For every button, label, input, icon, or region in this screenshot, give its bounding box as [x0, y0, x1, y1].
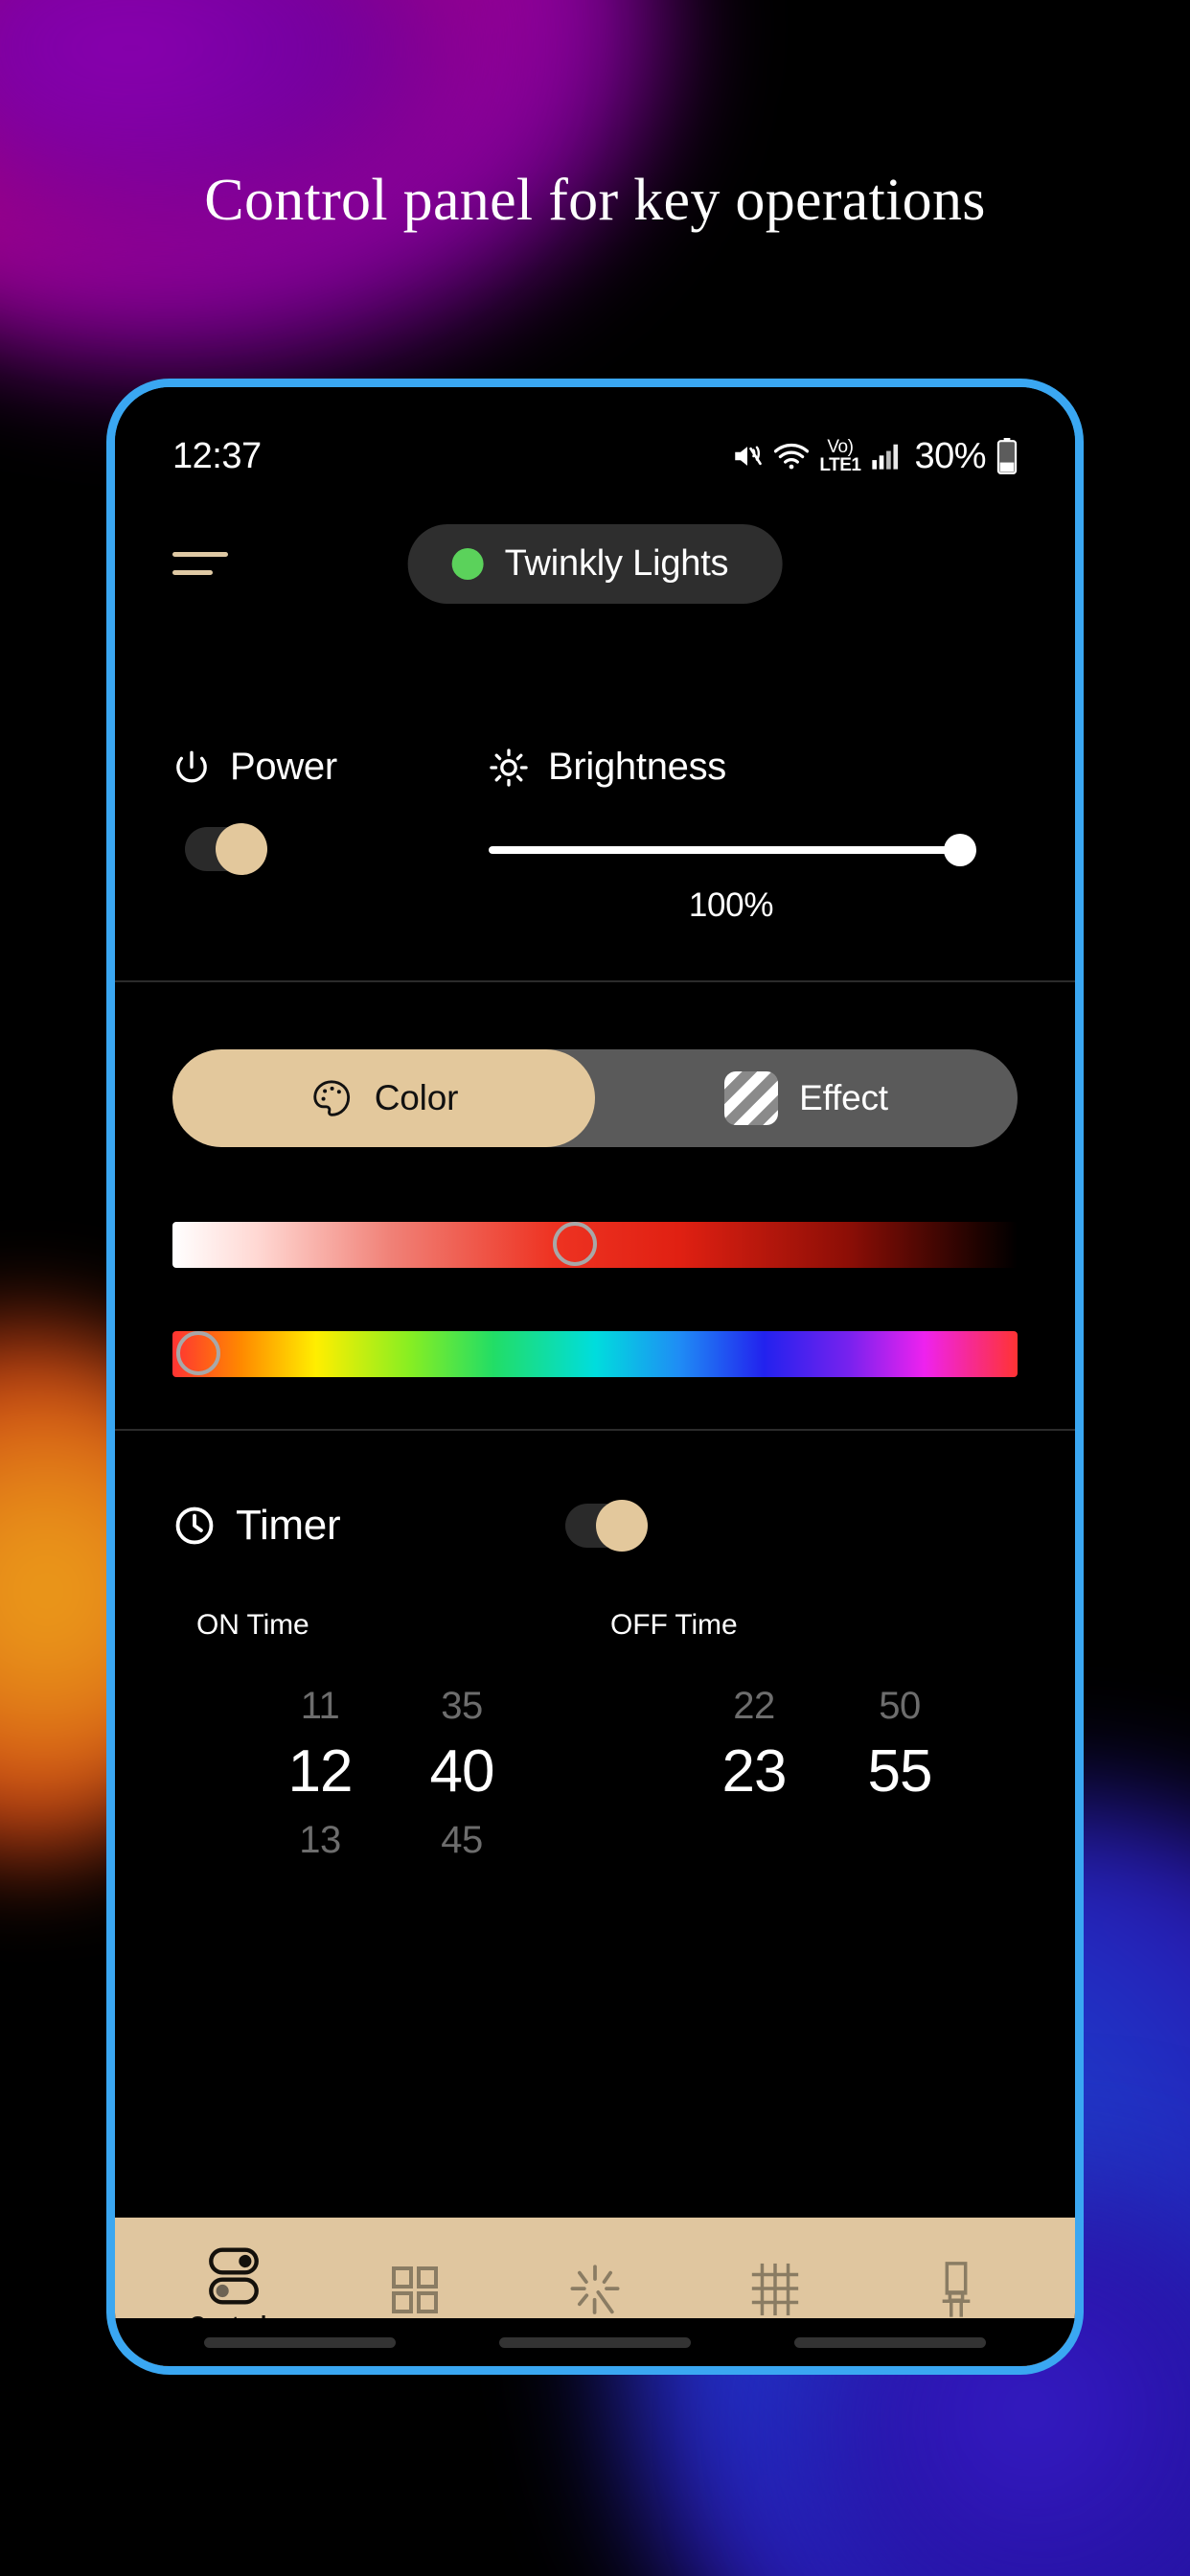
- gesture-bar-recents[interactable]: [794, 2336, 986, 2348]
- brightness-value: 100%: [688, 886, 774, 924]
- volte-bottom-label: LTE1: [819, 455, 861, 475]
- device-status-dot: [451, 547, 484, 580]
- off-minute-prev[interactable]: 50: [879, 1684, 921, 1729]
- mesh-grid-icon: [748, 2262, 802, 2317]
- status-bar: 12:37 Vo) LTE1 30%: [115, 387, 1075, 500]
- brightness-thumb[interactable]: [944, 834, 976, 866]
- battery-percent: 30%: [914, 435, 986, 476]
- timer-section: Timer ON Time OFF Time 11 12 13 35 40 45…: [115, 1431, 1075, 2218]
- brightness-track: [489, 846, 973, 854]
- on-minute-next[interactable]: 45: [441, 1818, 483, 1863]
- led-bulb-icon: [933, 2260, 979, 2319]
- gesture-nav-bar: [115, 2318, 1075, 2366]
- off-hour-picker[interactable]: 22 23: [702, 1684, 806, 1873]
- power-brightness-labels: Power Brightness: [115, 746, 1075, 789]
- on-minute-selected: 40: [429, 1738, 495, 1806]
- stripes-icon: [724, 1071, 779, 1125]
- phone-screen: 12:37 Vo) LTE1 30% Twinkly Lights Power …: [115, 387, 1075, 2366]
- hamburger-icon[interactable]: [172, 552, 228, 575]
- grid-squares-icon: [390, 2265, 440, 2314]
- power-toggle-wrap: [172, 823, 489, 875]
- sun-icon: [489, 748, 529, 788]
- mute-icon: [731, 440, 764, 472]
- on-hour-prev[interactable]: 11: [301, 1684, 340, 1729]
- color-effect-tabs: Color Effect: [172, 1049, 1018, 1147]
- device-header: Twinkly Lights: [115, 500, 1075, 627]
- power-label-group: Power: [172, 746, 489, 789]
- tab-effect[interactable]: Effect: [595, 1049, 1018, 1147]
- clock-icon: [172, 1504, 217, 1548]
- on-minute-prev[interactable]: 35: [441, 1684, 483, 1729]
- tab-effect-label: Effect: [799, 1078, 888, 1117]
- volte-top-label: Vo): [827, 437, 854, 457]
- toggles-icon: [207, 2246, 261, 2306]
- off-minute-picker[interactable]: 50 55: [848, 1684, 951, 1873]
- saturation-thumb[interactable]: [552, 1222, 597, 1266]
- power-label: Power: [230, 746, 337, 788]
- wifi-icon: [774, 442, 810, 471]
- page-title: Control panel for key operations: [204, 168, 986, 233]
- phone-frame: 12:37 Vo) LTE1 30% Twinkly Lights Power …: [106, 379, 1084, 2375]
- power-brightness-controls: 100%: [115, 789, 1075, 925]
- tab-color-label: Color: [374, 1078, 459, 1117]
- device-selector-pill[interactable]: Twinkly Lights: [407, 523, 783, 604]
- on-hour-selected: 12: [287, 1738, 354, 1806]
- brightness-label-group: Brightness: [489, 746, 726, 789]
- hue-slider[interactable]: [172, 1331, 1018, 1377]
- time-pickers: 11 12 13 35 40 45 22 23 50 55: [115, 1642, 1075, 1873]
- power-toggle[interactable]: [185, 823, 267, 875]
- timer-label-group: Timer: [172, 1502, 565, 1550]
- device-name-label: Twinkly Lights: [504, 542, 729, 584]
- off-hour-selected: 23: [721, 1738, 788, 1806]
- tab-color[interactable]: Color: [172, 1049, 595, 1147]
- on-hour-next[interactable]: 13: [299, 1818, 341, 1863]
- hue-thumb[interactable]: [176, 1331, 221, 1375]
- on-time-header: ON Time: [196, 1609, 309, 1641]
- signal-icon: [871, 442, 900, 471]
- sparkle-icon: [567, 2262, 623, 2317]
- time-headers: ON Time OFF Time: [115, 1550, 1075, 1642]
- palette-icon: [309, 1076, 354, 1120]
- brightness-slider[interactable]: [489, 834, 976, 866]
- power-brightness-section: Power Brightness 100%: [115, 627, 1075, 980]
- off-minute-selected: 55: [867, 1738, 933, 1806]
- battery-icon: [996, 438, 1018, 474]
- power-toggle-knob: [216, 823, 267, 875]
- off-time-pickers: 22 23 50 55: [589, 1684, 951, 1873]
- power-icon: [172, 748, 211, 787]
- gesture-bar-back[interactable]: [204, 2336, 396, 2348]
- off-hour-prev[interactable]: 22: [733, 1684, 775, 1729]
- on-time-pickers: 11 12 13 35 40 45: [172, 1684, 589, 1873]
- color-section: Color Effect: [115, 982, 1075, 1429]
- status-icons: Vo) LTE1 30%: [731, 436, 1018, 477]
- on-minute-picker[interactable]: 35 40 45: [410, 1684, 514, 1873]
- saturation-lightness-slider[interactable]: [172, 1222, 1018, 1268]
- status-clock: 12:37: [172, 435, 262, 476]
- off-time-header: OFF Time: [610, 1609, 738, 1641]
- hamburger-line-top: [172, 552, 228, 557]
- gesture-bar-home[interactable]: [499, 2336, 691, 2348]
- hamburger-line-bottom: [172, 570, 213, 575]
- timer-toggle[interactable]: [565, 1500, 648, 1552]
- timer-toggle-knob: [596, 1500, 648, 1552]
- timer-label: Timer: [236, 1502, 341, 1549]
- on-hour-picker[interactable]: 11 12 13: [268, 1684, 372, 1873]
- brightness-label: Brightness: [548, 746, 726, 788]
- brightness-slider-wrap: 100%: [489, 827, 1018, 925]
- timer-header-row: Timer: [115, 1500, 1075, 1552]
- volte-icon: Vo) LTE1: [819, 437, 861, 475]
